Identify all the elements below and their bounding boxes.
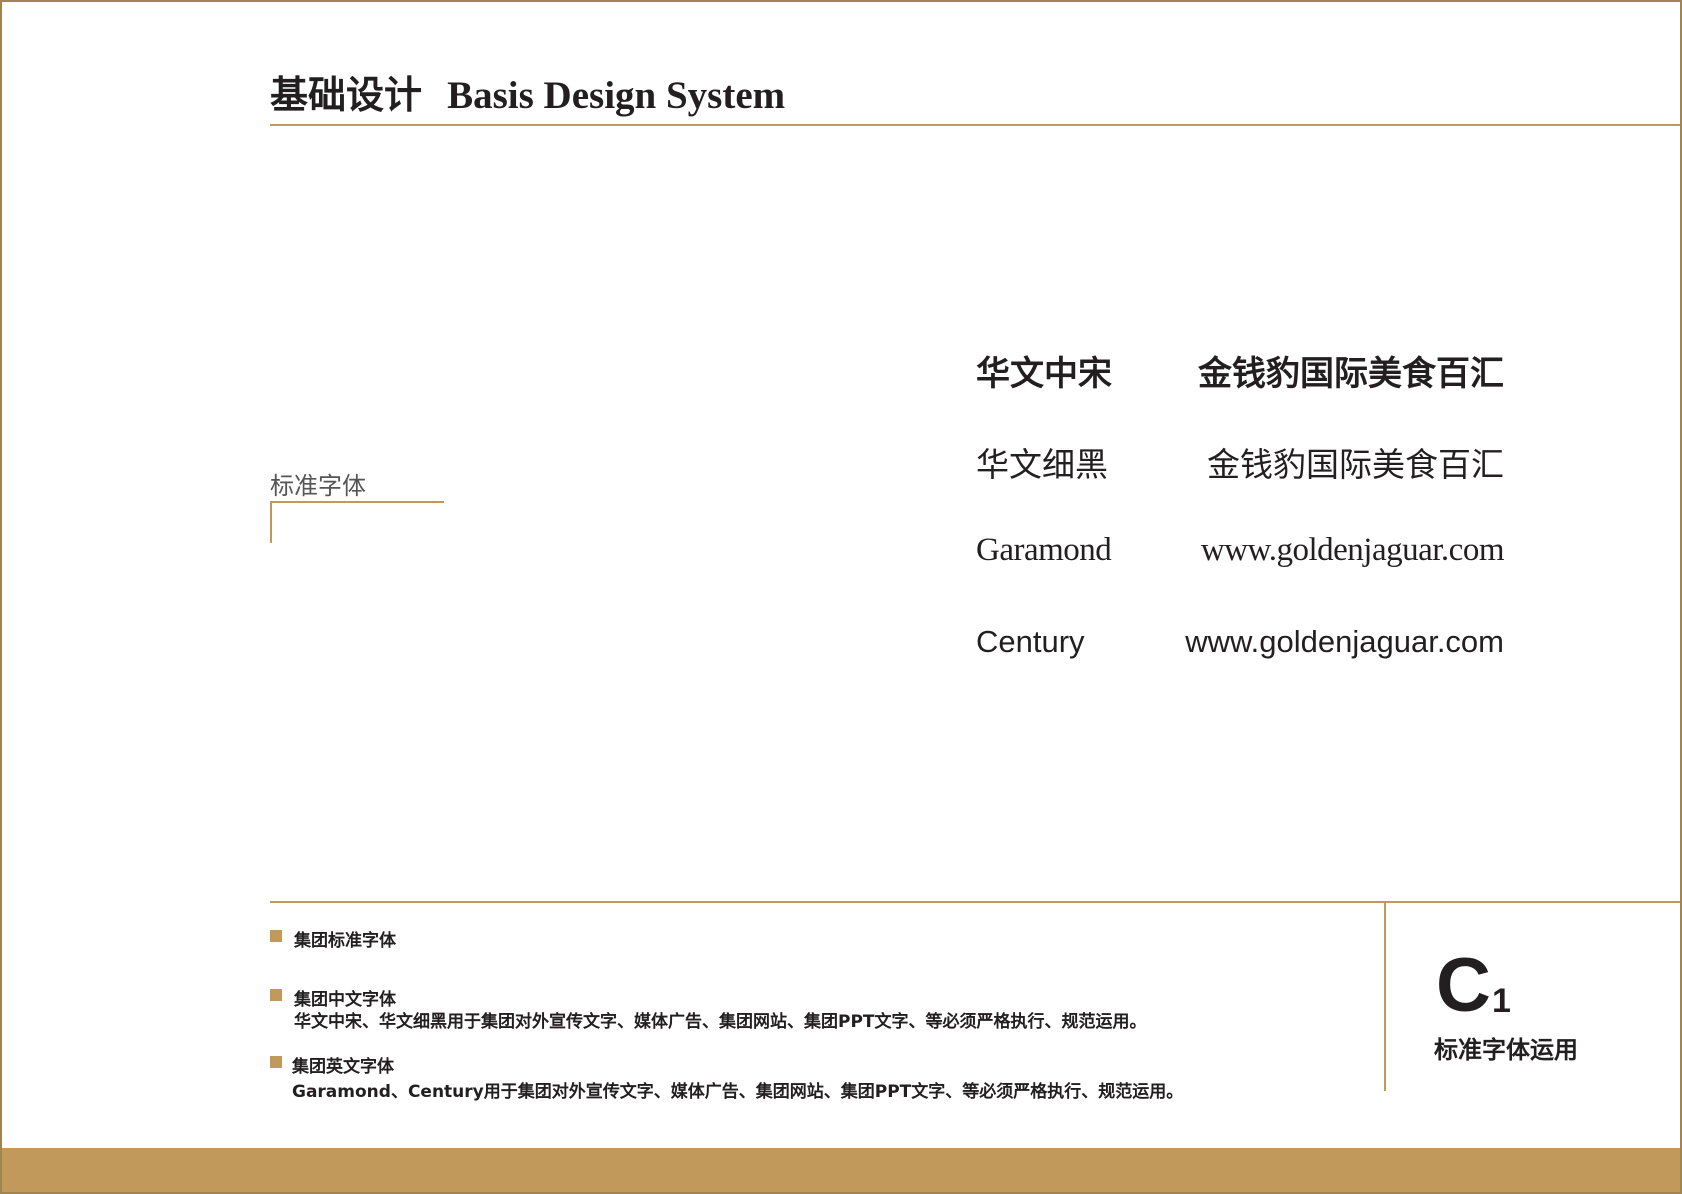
header-title-en: Basis Design System — [447, 74, 786, 117]
square-bullet-icon — [270, 989, 282, 1001]
font-sample-row: 华文细黑 金钱豹国际美食百汇 — [976, 438, 1504, 498]
font-sample-text: 金钱豹国际美食百汇 — [1198, 354, 1504, 394]
square-bullet-icon — [270, 930, 282, 942]
page-code-label: 标准字体运用 — [1434, 1036, 1578, 1064]
note-description: Garamond、Century用于集团对外宣传文字、媒体广告、集团网站、集团P… — [292, 1082, 1184, 1102]
font-sample-row: Century www.goldenjaguar.com — [976, 624, 1504, 684]
section-bracket-horizontal — [270, 501, 444, 503]
section-bracket-vertical — [270, 501, 272, 543]
font-name: 华文细黑 — [976, 445, 1108, 484]
square-bullet-icon — [270, 1056, 282, 1068]
font-sample-text: 金钱豹国际美食百汇 — [1207, 445, 1504, 484]
font-sample-text: www.goldenjaguar.com — [1200, 532, 1505, 568]
note-description: 华文中宋、华文细黑用于集团对外宣传文字、媒体广告、集团网站、集团PPT文字、等必… — [294, 1012, 1147, 1032]
page: 基础设计 Basis Design System 标准字体 华文中宋 金钱豹国际… — [0, 0, 1682, 1194]
font-sample-row: Garamond www.goldenjaguar.com — [976, 532, 1505, 592]
footer-divider — [270, 901, 1680, 903]
font-sample-text: www.goldenjaguar.com — [1185, 624, 1504, 659]
note-title: 集团标准字体 — [294, 931, 396, 951]
bottom-color-band — [2, 1148, 1680, 1192]
font-name: 华文中宋 — [976, 354, 1112, 394]
page-code-letter: C — [1436, 943, 1491, 1028]
note-title: 集团英文字体 — [292, 1057, 394, 1077]
page-header: 基础设计 Basis Design System — [270, 64, 785, 119]
font-sample-row: 华文中宋 金钱豹国际美食百汇 — [976, 346, 1504, 406]
footer-vertical-divider — [1384, 903, 1386, 1091]
section-title: 标准字体 — [270, 472, 366, 500]
font-name: Century — [976, 624, 1085, 659]
header-title-cn: 基础设计 — [270, 72, 423, 117]
page-code-number: 1 — [1492, 982, 1511, 1020]
header-divider — [270, 124, 1680, 126]
font-name: Garamond — [976, 532, 1112, 568]
